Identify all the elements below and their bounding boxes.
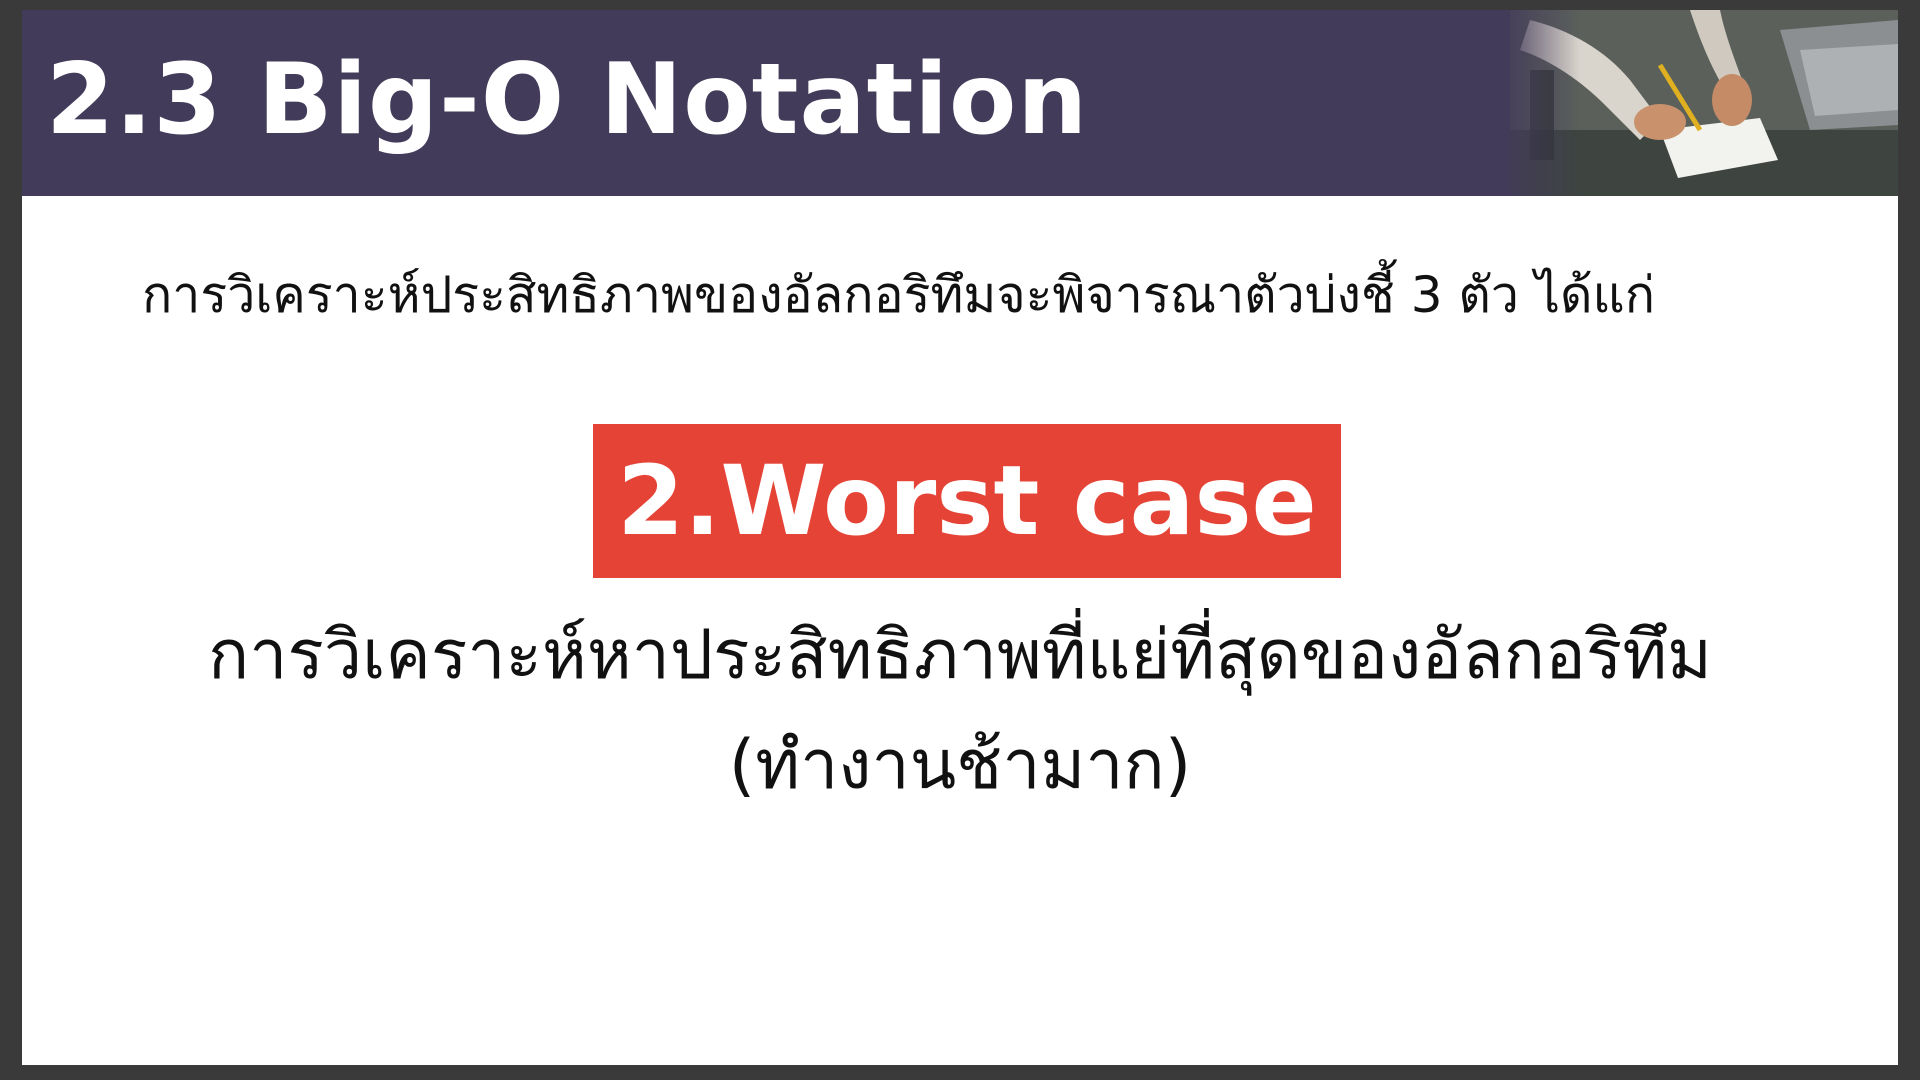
slide-header-bar: 2.3 Big-O Notation: [22, 10, 1898, 196]
worst-case-badge: 2.Worst case: [593, 424, 1341, 578]
worst-case-label: 2.Worst case: [617, 445, 1317, 557]
slide-subtitle: การวิเคราะห์ประสิทธิภาพของอัลกอริทึมจะพิ…: [142, 266, 1655, 324]
header-photo-fade: [1510, 10, 1898, 196]
header-photo-image: [1510, 10, 1898, 196]
presentation-frame: 2.3 Big-O Notation การวิเคราะห์ประสิทธิภ…: [0, 0, 1920, 1080]
worst-case-description: การวิเคราะห์หาประสิทธิภาพที่แย่ที่สุดของ…: [208, 616, 1712, 695]
slide: 2.3 Big-O Notation การวิเคราะห์ประสิทธิภ…: [22, 10, 1898, 1065]
slide-title: 2.3 Big-O Notation: [46, 43, 1089, 157]
worst-case-note: (ทำงานช้ามาก): [728, 726, 1192, 805]
